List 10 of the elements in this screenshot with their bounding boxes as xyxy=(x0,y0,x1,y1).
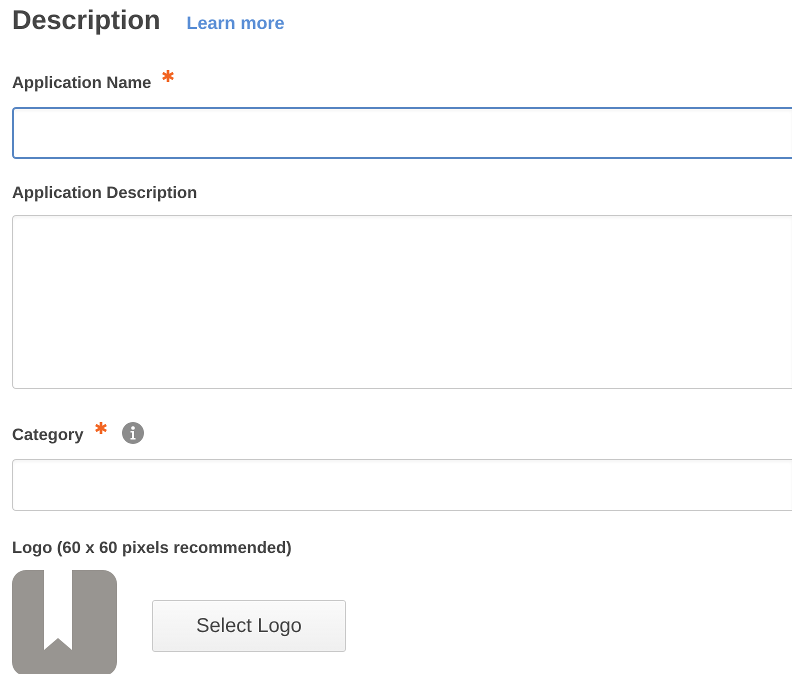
select-logo-button[interactable]: Select Logo xyxy=(152,600,346,652)
field-label: Application Name xyxy=(12,74,152,92)
section-title: Description xyxy=(12,5,161,36)
info-icon[interactable] xyxy=(122,422,144,444)
field-label: Category xyxy=(12,426,84,444)
logo-label: Logo (60 x 60 pixels recommended) xyxy=(12,539,293,558)
text-field[interactable] xyxy=(12,107,792,159)
field-label: Application Description xyxy=(12,184,198,202)
bookmark-logo-icon xyxy=(12,570,117,674)
text-field[interactable] xyxy=(12,459,792,511)
